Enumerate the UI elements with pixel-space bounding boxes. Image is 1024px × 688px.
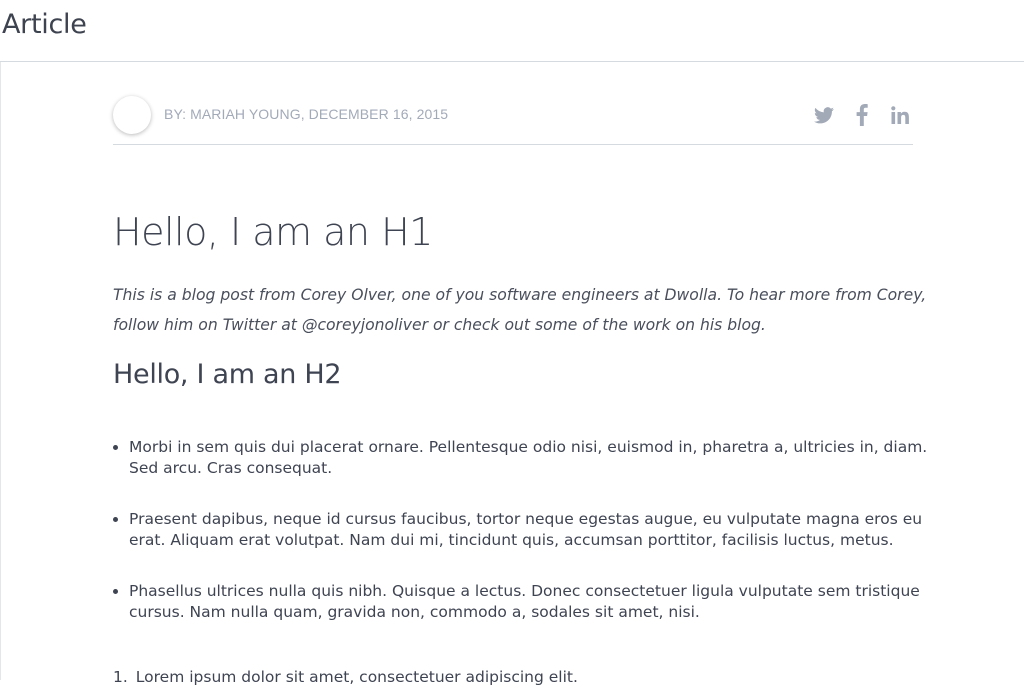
- list-number: 1.: [113, 668, 128, 686]
- list-item: Morbi in sem quis dui placerat ornare. P…: [113, 437, 928, 479]
- linkedin-icon[interactable]: [887, 102, 913, 128]
- list-item-text: Morbi in sem quis dui placerat ornare. P…: [129, 438, 928, 456]
- author-byline: BY: MARIAH YOUNG, DECEMBER 16, 2015: [164, 106, 449, 122]
- page-title: Article: [2, 9, 87, 40]
- social-share-links: [799, 102, 913, 128]
- article-meta-bar: BY: MARIAH YOUNG, DECEMBER 16, 2015: [113, 62, 913, 145]
- article-heading-h2: Hello, I am an H2: [113, 359, 342, 390]
- intro-line: follow him on Twitter at @coreyjonoliver…: [113, 316, 766, 334]
- bullet-list: Morbi in sem quis dui placerat ornare. P…: [113, 437, 928, 653]
- article-intro: This is a blog post from Corey Olver, on…: [113, 280, 927, 340]
- intro-line: This is a blog post from Corey Olver, on…: [113, 286, 927, 304]
- list-item: Praesent dapibus, neque id cursus faucib…: [113, 509, 923, 551]
- author-avatar[interactable]: [113, 96, 151, 134]
- ordered-list-item: 1. Lorem ipsum dolor sit amet, consectetu…: [113, 667, 578, 688]
- facebook-icon[interactable]: [849, 102, 875, 128]
- article-heading-h1: Hello, I am an H1: [113, 210, 433, 254]
- list-item-text: Praesent dapibus, neque id cursus faucib…: [129, 510, 923, 528]
- twitter-icon[interactable]: [811, 102, 837, 128]
- list-item-text: Phasellus ultrices nulla quis nibh. Quis…: [129, 582, 920, 600]
- list-item-text: Sed arcu. Cras consequat.: [129, 459, 333, 477]
- list-item-text: erat. Aliquam erat volutpat. Nam dui mi,…: [129, 531, 894, 549]
- list-item: Phasellus ultrices nulla quis nibh. Quis…: [113, 581, 920, 623]
- list-item-text: Lorem ipsum dolor sit amet, consectetuer…: [135, 668, 578, 686]
- page-header: Article: [0, 0, 1024, 62]
- ordered-list: 1. Lorem ipsum dolor sit amet, consectetu…: [113, 667, 578, 688]
- list-item-text: cursus. Nam nulla quam, gravida non, com…: [129, 603, 700, 621]
- left-divider: [0, 62, 1, 680]
- article-container: BY: MARIAH YOUNG, DECEMBER 16, 2015 Hell…: [113, 62, 927, 686]
